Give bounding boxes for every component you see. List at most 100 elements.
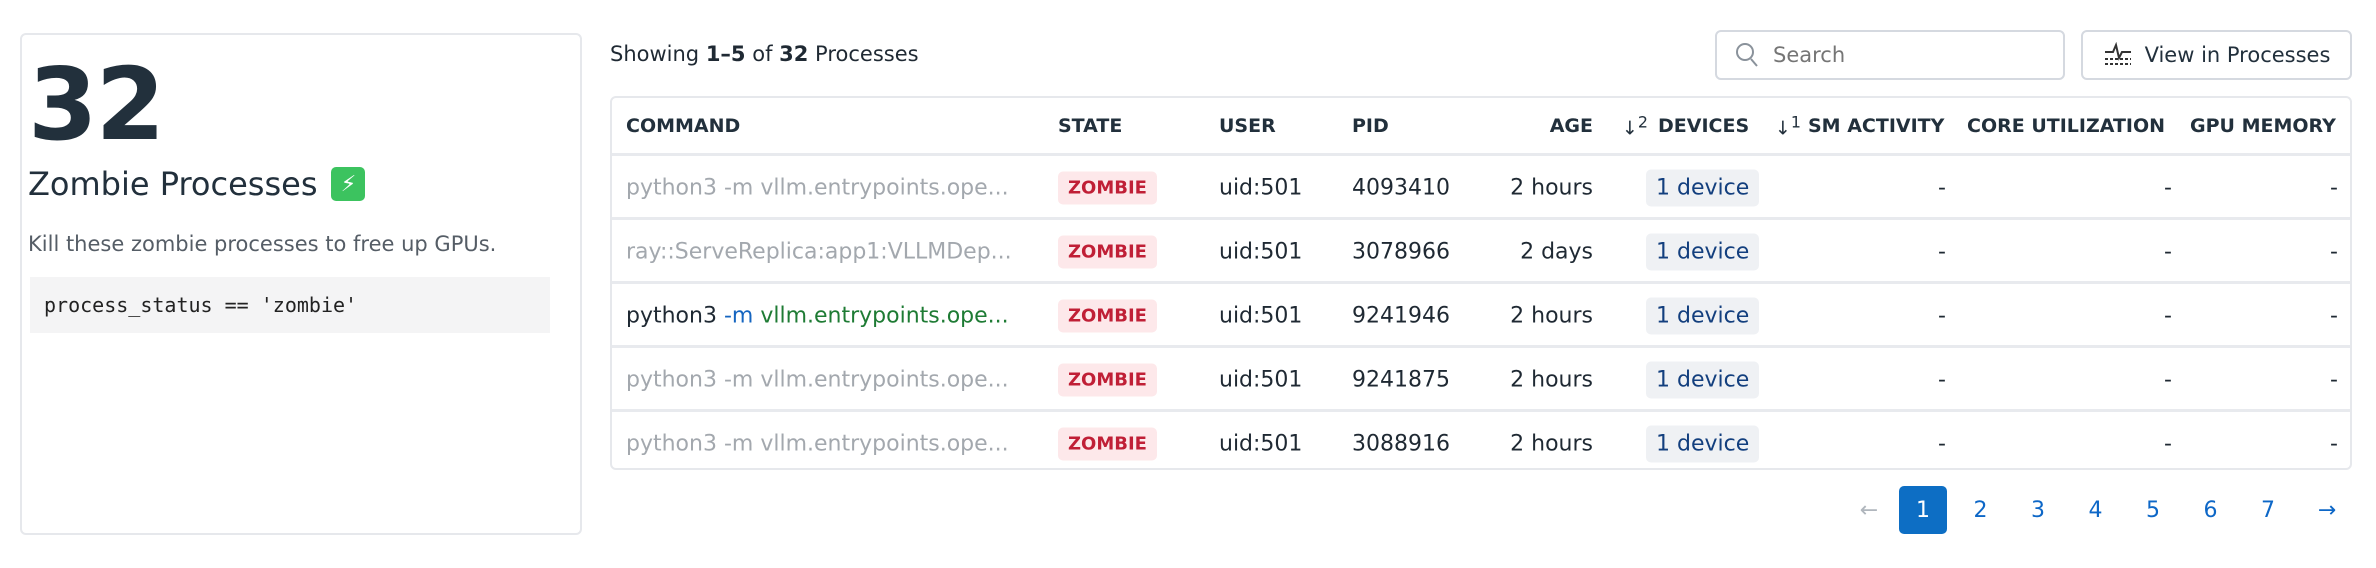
devices-badge[interactable]: 1 device (1646, 297, 1760, 334)
pid-cell: 3078966 (1352, 239, 1450, 264)
gpu-memory-cell: - (2330, 175, 2338, 200)
age-cell: 2 days (1520, 239, 1593, 264)
status-badge: ZOMBIE (1058, 363, 1157, 396)
showing-suffix: Processes (808, 42, 919, 66)
pid-cell: 4093410 (1352, 175, 1450, 200)
devices-badge[interactable]: 1 device (1646, 233, 1760, 270)
command-text: python3 (626, 175, 717, 200)
view-button-label: View in Processes (2144, 43, 2331, 67)
zombie-count: 32 (28, 46, 165, 163)
pid-cell: 9241875 (1352, 367, 1450, 392)
search-icon (1736, 43, 1758, 67)
card-title: Zombie Processes ⚡ (28, 165, 366, 203)
table-row[interactable]: ray::ServeReplica:app1:VLLMDep... ZOMBIE… (612, 217, 2350, 283)
lightning-icon: ⚡ (331, 167, 366, 201)
table-header: COMMAND STATE USER PID AGE ↓2 DEVICES ↓1… (612, 98, 2350, 153)
command-flag: -m (716, 175, 761, 200)
table-row[interactable]: python3 -m vllm.entrypoints.ope... ZOMBI… (612, 345, 2350, 411)
command-flag: -m (716, 367, 761, 392)
col-age[interactable]: AGE (1550, 115, 1593, 137)
command-text: ray::ServeReplica:app1:VLLMDep... (626, 239, 1012, 264)
card-title-text: Zombie Processes (28, 165, 318, 203)
prev-page-arrow-icon[interactable]: ← (1845, 486, 1893, 534)
devices-badge[interactable]: 1 device (1646, 425, 1760, 462)
devices-badge[interactable]: 1 device (1646, 361, 1760, 398)
col-sm-activity[interactable]: SM ACTIVITY (1808, 115, 1944, 137)
age-cell: 2 hours (1510, 431, 1593, 456)
pid-cell: 3088916 (1352, 431, 1450, 456)
command-module: vllm.entrypoints.ope... (760, 431, 1009, 456)
command-text: python3 (626, 367, 717, 392)
sm-activity-cell: - (1938, 303, 1946, 328)
age-cell: 2 hours (1510, 175, 1593, 200)
status-badge: ZOMBIE (1058, 427, 1157, 460)
card-description: Kill these zombie processes to free up G… (28, 232, 497, 256)
command-cell: python3 -m vllm.entrypoints.ope... (626, 303, 1009, 328)
status-badge: ZOMBIE (1058, 235, 1157, 268)
command-module: vllm.entrypoints.ope... (760, 175, 1009, 200)
processes-table: COMMAND STATE USER PID AGE ↓2 DEVICES ↓1… (610, 96, 2352, 470)
command-module: vllm.entrypoints.ope... (760, 367, 1009, 392)
table-row[interactable]: python3 -m vllm.entrypoints.ope... ZOMBI… (612, 409, 2350, 475)
sort-desc-icon[interactable]: ↓1 (1775, 112, 1801, 139)
age-cell: 2 hours (1510, 367, 1593, 392)
sm-activity-cell: - (1938, 239, 1946, 264)
table-row[interactable]: python3 -m vllm.entrypoints.ope... ZOMBI… (612, 281, 2350, 347)
command-flag: -m (716, 431, 761, 456)
table-row[interactable]: python3 -m vllm.entrypoints.ope... ZOMBI… (612, 153, 2350, 219)
command-cell: ray::ServeReplica:app1:VLLMDep... (626, 239, 1012, 264)
search-box[interactable] (1715, 30, 2065, 80)
showing-range: 1–5 (705, 42, 746, 66)
pid-cell: 9241946 (1352, 303, 1450, 328)
sort-desc-icon[interactable]: ↓2 (1622, 112, 1648, 139)
sm-activity-cell: - (1938, 431, 1946, 456)
col-core-utilization[interactable]: CORE UTILIZATION (1967, 115, 2165, 137)
gpu-memory-cell: - (2330, 431, 2338, 456)
gpu-memory-cell: - (2330, 303, 2338, 328)
page-7-button[interactable]: 7 (2244, 486, 2292, 534)
user-cell: uid:501 (1219, 175, 1303, 200)
user-cell: uid:501 (1219, 239, 1303, 264)
gpu-memory-cell: - (2330, 367, 2338, 392)
command-text: python3 (626, 303, 717, 328)
col-gpu-memory[interactable]: GPU MEMORY (2190, 115, 2336, 137)
devices-sort-order: 2 (1637, 111, 1648, 131)
page-6-button[interactable]: 6 (2187, 486, 2235, 534)
sm-activity-cell: - (1938, 175, 1946, 200)
showing-of: of (745, 42, 780, 66)
devices-badge[interactable]: 1 device (1646, 169, 1760, 206)
query-code: process_status == 'zombie' (30, 277, 550, 333)
page-2-button[interactable]: 2 (1957, 486, 2005, 534)
command-flag: -m (716, 303, 761, 328)
showing-summary: Showing 1–5 of 32 Processes (610, 42, 919, 66)
page-4-button[interactable]: 4 (2072, 486, 2120, 534)
page-3-button[interactable]: 3 (2014, 486, 2062, 534)
sm-sort-order: 1 (1790, 111, 1801, 131)
col-state[interactable]: STATE (1058, 115, 1122, 137)
sm-activity-cell: - (1938, 367, 1946, 392)
age-cell: 2 hours (1510, 303, 1593, 328)
page-5-button[interactable]: 5 (2129, 486, 2177, 534)
core-utilization-cell: - (2164, 175, 2172, 200)
status-badge: ZOMBIE (1058, 299, 1157, 332)
user-cell: uid:501 (1219, 367, 1303, 392)
status-badge: ZOMBIE (1058, 171, 1157, 204)
showing-prefix: Showing (610, 42, 706, 66)
col-user[interactable]: USER (1219, 115, 1276, 137)
view-in-processes-button[interactable]: View in Processes (2081, 30, 2352, 80)
core-utilization-cell: - (2164, 367, 2172, 392)
core-utilization-cell: - (2164, 239, 2172, 264)
col-devices[interactable]: DEVICES (1658, 115, 1749, 137)
search-input[interactable] (1773, 43, 2053, 67)
col-command[interactable]: COMMAND (626, 115, 740, 137)
command-cell: python3 -m vllm.entrypoints.ope... (626, 175, 1009, 200)
command-cell: python3 -m vllm.entrypoints.ope... (626, 367, 1009, 392)
col-pid[interactable]: PID (1352, 115, 1389, 137)
page-1-button[interactable]: 1 (1899, 486, 1947, 534)
user-cell: uid:501 (1219, 303, 1303, 328)
gpu-memory-cell: - (2330, 239, 2338, 264)
command-module: vllm.entrypoints.ope... (760, 303, 1009, 328)
next-page-arrow-icon[interactable]: → (2303, 486, 2351, 534)
processes-icon (2104, 42, 2131, 65)
core-utilization-cell: - (2164, 303, 2172, 328)
